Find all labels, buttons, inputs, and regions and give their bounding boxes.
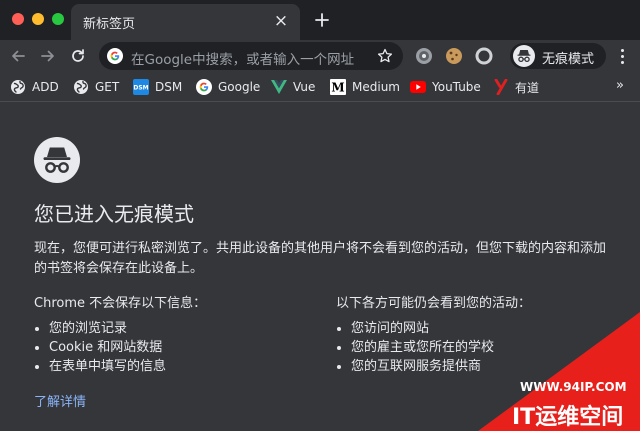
bookmark-label: DSM <box>155 80 183 94</box>
tab-new-tab[interactable]: 新标签页 × <box>71 4 300 40</box>
list-item: 您的浏览记录 <box>34 319 314 338</box>
incognito-icon <box>34 137 80 183</box>
bookmark-youdao[interactable]: 有道 <box>493 79 539 95</box>
arrow-right-icon <box>41 50 54 62</box>
bookmark-youtube[interactable]: YouTube <box>410 79 481 95</box>
arrow-left-icon <box>12 50 25 62</box>
bookmark-medium[interactable]: M Medium <box>330 79 400 95</box>
bookmark-add[interactable]: ADD <box>10 79 59 95</box>
incognito-icon <box>513 45 535 67</box>
minimize-window-button[interactable] <box>32 13 44 25</box>
bookmarks-overflow-button[interactable]: » <box>616 78 624 93</box>
visible-to-heading: 以下各方可能仍会看到您的活动： <box>336 296 532 311</box>
google-icon <box>196 79 212 95</box>
list-item: Cookie 和网站数据 <box>34 338 314 357</box>
not-saved-section: Chrome 不会保存以下信息： 您的浏览记录 Cookie 和网站数据 在表单… <box>34 295 314 376</box>
medium-icon: M <box>330 79 346 95</box>
window-controls <box>12 13 64 25</box>
bookmark-label: 有道 <box>515 80 540 95</box>
list-item: 在表单中填写的信息 <box>34 357 314 376</box>
bookmark-vue[interactable]: Vue <box>271 79 315 95</box>
globe-icon <box>10 79 26 95</box>
svg-text:M: M <box>331 81 344 95</box>
forward-button[interactable] <box>38 46 58 66</box>
visible-to-list: 您访问的网站 您的雇主或您所在的学校 您的互联网服务提供商 <box>336 319 616 376</box>
cookie-icon[interactable] <box>444 46 464 66</box>
toolbar: 在Google中搜索，或者输入一个网址 无痕模式 <box>0 40 640 72</box>
bookmark-label: GET <box>95 80 120 94</box>
incognito-page: 您已进入无痕模式 现在，您便可进行私密浏览了。共用此设备的其他用户将不会看到您的… <box>0 102 640 430</box>
back-button[interactable] <box>8 46 28 66</box>
list-item: 您访问的网站 <box>336 319 616 338</box>
dsm-icon: DSM <box>133 79 149 95</box>
incognito-profile-button[interactable]: 无痕模式 <box>510 43 606 69</box>
bookmark-get[interactable]: GET <box>73 79 119 95</box>
bookmark-google[interactable]: Google <box>196 79 260 95</box>
star-icon[interactable] <box>377 48 393 64</box>
youdao-icon <box>493 79 509 95</box>
bookmark-label: YouTube <box>432 80 481 94</box>
reload-icon <box>72 49 84 62</box>
incognito-label: 无痕模式 <box>542 52 595 67</box>
more-menu-icon[interactable] <box>615 46 629 66</box>
bookmark-dsm[interactable]: DSM DSM <box>133 79 182 95</box>
youtube-icon <box>410 79 426 95</box>
close-tab-icon[interactable]: × <box>272 12 290 30</box>
bookmark-label: Vue <box>293 80 316 94</box>
maximize-window-button[interactable] <box>52 13 64 25</box>
google-icon <box>107 48 123 64</box>
tab-title: 新标签页 <box>83 17 136 32</box>
page-title: 您已进入无痕模式 <box>34 202 194 226</box>
not-saved-list: 您的浏览记录 Cookie 和网站数据 在表单中填写的信息 <box>34 319 314 376</box>
bookmarks-bar: ADD GET DSM DSM Google Vue M Medium YouT… <box>0 72 640 102</box>
list-item: 您的雇主或您所在的学校 <box>336 338 616 357</box>
incognito-description: 现在，您便可进行私密浏览了。共用此设备的其他用户将不会看到您的活动，但您下载的内… <box>34 241 607 276</box>
list-item: 您的互联网服务提供商 <box>336 357 616 376</box>
bookmark-label: Google <box>218 80 261 94</box>
learn-more-link[interactable]: 了解详情 <box>34 391 86 410</box>
vue-icon <box>271 79 287 95</box>
bookmark-label: Medium <box>352 80 400 94</box>
visible-to-section: 以下各方可能仍会看到您的活动： 您访问的网站 您的雇主或您所在的学校 您的互联网… <box>336 295 616 376</box>
globe-icon <box>73 79 89 95</box>
tab-strip: 新标签页 × <box>0 0 640 40</box>
bookmark-label: ADD <box>32 80 59 94</box>
address-placeholder: 在Google中搜索，或者输入一个网址 <box>131 52 355 68</box>
ring-extension-icon[interactable] <box>474 46 494 66</box>
close-window-button[interactable] <box>12 13 24 25</box>
extension-icon[interactable] <box>414 46 434 66</box>
reload-button[interactable] <box>68 46 88 66</box>
plus-icon <box>315 13 329 27</box>
not-saved-heading: Chrome 不会保存以下信息： <box>34 296 207 311</box>
address-bar[interactable]: 在Google中搜索，或者输入一个网址 <box>99 42 403 70</box>
svg-text:DSM: DSM <box>133 85 148 92</box>
new-tab-button[interactable] <box>311 9 333 31</box>
